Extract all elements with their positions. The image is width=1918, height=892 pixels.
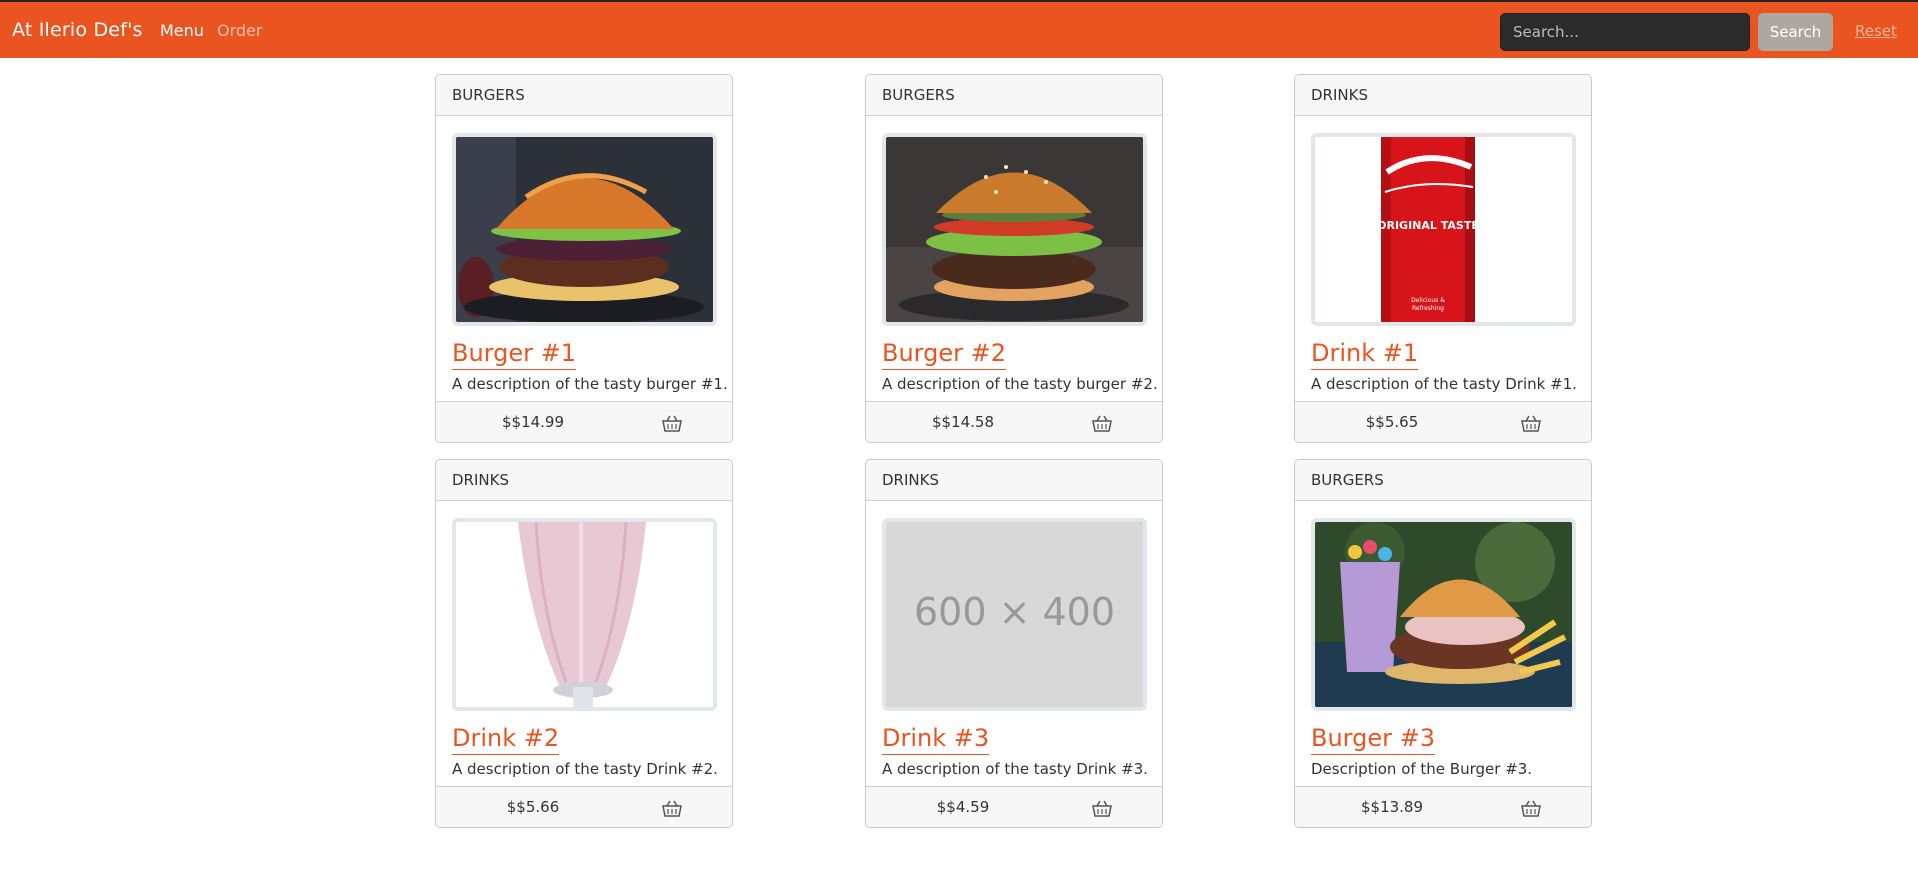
- product-description: Description of the Burger #3.: [1311, 760, 1533, 778]
- basket-icon[interactable]: [1520, 413, 1542, 433]
- card-body: Burger #2 A description of the tasty bur…: [866, 116, 1162, 402]
- svg-text:Refreshing: Refreshing: [1412, 305, 1444, 312]
- product-card: DRINKS ORIGINAL TASTE Delicious & Refres…: [1294, 74, 1592, 443]
- basket-icon[interactable]: [661, 413, 683, 433]
- brand-logo-link[interactable]: At Ilerio Def's: [12, 19, 143, 41]
- nav-menu-link[interactable]: Menu: [160, 21, 204, 40]
- card-category: BURGERS: [436, 75, 732, 116]
- card-footer: $$5.66: [436, 786, 732, 827]
- card-footer: $$13.89: [1295, 786, 1591, 827]
- burger-photo[interactable]: [452, 133, 717, 326]
- product-card: DRINKS Drink #2 A description of the tas…: [435, 459, 733, 828]
- card-body: Drink #2 A description of the tasty Drin…: [436, 501, 732, 787]
- card-category: BURGERS: [1295, 460, 1591, 501]
- placeholder-image[interactable]: 600 × 400: [882, 518, 1147, 711]
- product-title-link[interactable]: Burger #3: [1311, 722, 1435, 755]
- burger-photo[interactable]: [882, 133, 1147, 326]
- card-category: DRINKS: [1295, 75, 1591, 116]
- basket-icon[interactable]: [1091, 798, 1113, 818]
- product-price: $$13.89: [1360, 798, 1424, 816]
- product-card: DRINKS 600 × 400 Drink #3 A description …: [865, 459, 1163, 828]
- product-card: BURGERS Burger #2 A description of the t…: [865, 74, 1163, 443]
- product-price: $$14.58: [931, 413, 995, 431]
- product-description: A description of the tasty burger #2.: [882, 375, 1158, 393]
- reset-link[interactable]: Reset: [1855, 22, 1897, 40]
- product-card: BURGERS Burger #1 A description of the t…: [435, 74, 733, 443]
- product-title-link[interactable]: Drink #3: [882, 722, 990, 755]
- product-price: $$14.99: [501, 413, 565, 431]
- burger-and-shake-photo[interactable]: [1311, 518, 1576, 711]
- card-category: BURGERS: [866, 75, 1162, 116]
- top-navbar: At Ilerio Def's Menu Order Search Reset: [0, 0, 1918, 58]
- product-description: A description of the tasty Drink #3.: [882, 760, 1148, 778]
- card-category: DRINKS: [866, 460, 1162, 501]
- search-input[interactable]: [1500, 13, 1750, 51]
- product-title-link[interactable]: Burger #1: [452, 337, 576, 370]
- card-body: Burger #1 A description of the tasty bur…: [436, 116, 732, 402]
- product-title-link[interactable]: Drink #1: [1311, 337, 1419, 370]
- product-description: A description of the tasty Drink #1.: [1311, 375, 1577, 393]
- card-body: Burger #3 Description of the Burger #3.: [1295, 501, 1591, 787]
- basket-icon[interactable]: [1520, 798, 1542, 818]
- search-button[interactable]: Search: [1758, 13, 1833, 51]
- product-title-link[interactable]: Drink #2: [452, 722, 560, 755]
- basket-icon[interactable]: [661, 798, 683, 818]
- card-category: DRINKS: [436, 460, 732, 501]
- card-body: 600 × 400 Drink #3 A description of the …: [866, 501, 1162, 787]
- basket-icon[interactable]: [1091, 413, 1113, 433]
- product-card: BURGERS Burger #3 Description of the Bur…: [1294, 459, 1592, 828]
- product-price: $$4.59: [936, 798, 990, 816]
- card-body: ORIGINAL TASTE Delicious & Refreshing Dr…: [1295, 116, 1591, 402]
- nav-order-link[interactable]: Order: [217, 21, 262, 40]
- card-footer: $$14.99: [436, 401, 732, 442]
- product-price: $$5.66: [506, 798, 560, 816]
- placeholder-dimensions-text: 600 × 400: [914, 590, 1115, 634]
- svg-text:Delicious &: Delicious &: [1411, 297, 1445, 304]
- milkshake-photo[interactable]: [452, 518, 717, 711]
- product-description: A description of the tasty Drink #2.: [452, 760, 718, 778]
- product-description: A description of the tasty burger #1.: [452, 375, 728, 393]
- card-footer: $$4.59: [866, 786, 1162, 827]
- svg-text:ORIGINAL TASTE: ORIGINAL TASTE: [1377, 219, 1479, 232]
- card-footer: $$5.65: [1295, 401, 1591, 442]
- cola-can-photo[interactable]: ORIGINAL TASTE Delicious & Refreshing: [1311, 133, 1576, 326]
- product-price: $$5.65: [1365, 413, 1419, 431]
- product-title-link[interactable]: Burger #2: [882, 337, 1006, 370]
- card-footer: $$14.58: [866, 401, 1162, 442]
